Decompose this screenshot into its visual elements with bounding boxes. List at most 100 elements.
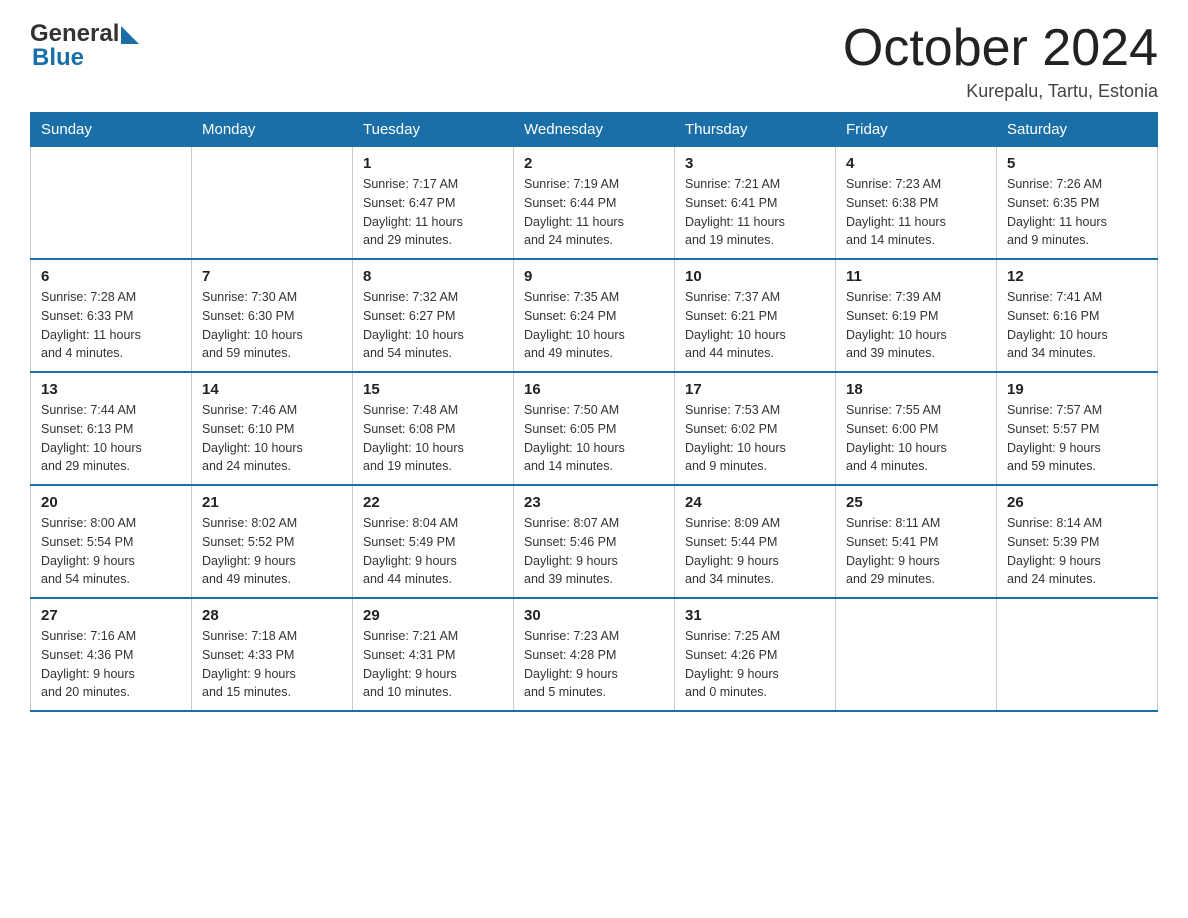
day-info: Sunrise: 7:18 AMSunset: 4:33 PMDaylight:…	[202, 627, 342, 702]
calendar-cell: 16Sunrise: 7:50 AMSunset: 6:05 PMDayligh…	[514, 372, 675, 485]
day-info: Sunrise: 8:04 AMSunset: 5:49 PMDaylight:…	[363, 514, 503, 589]
calendar-cell: 23 Sunrise: 8:07 AMSunset: 5:46 PMDayligh…	[514, 485, 675, 598]
calendar-cell: 2Sunrise: 7:19 AMSunset: 6:44 PMDaylight…	[514, 147, 675, 260]
day-info: Sunrise: 8:07 AMSunset: 5:46 PMDaylight:…	[524, 514, 664, 589]
weekday-header-row: SundayMondayTuesdayWednesdayThursdayFrid…	[31, 113, 1158, 147]
day-info: Sunrise: 7:30 AMSunset: 6:30 PMDaylight:…	[202, 288, 342, 363]
calendar-cell: 18 Sunrise: 7:55 AMSunset: 6:00 PMDayligh…	[836, 372, 997, 485]
calendar-cell	[31, 147, 192, 260]
day-number: 13	[41, 381, 181, 398]
calendar-week-row: 27 Sunrise: 7:16 AMSunset: 4:36 PMDayligh…	[31, 598, 1158, 711]
day-info: Sunrise: 7:21 AMSunset: 4:31 PMDaylight:…	[363, 627, 503, 702]
day-number: 24	[685, 494, 825, 511]
day-number: 7	[202, 268, 342, 285]
day-info: Sunrise: 7:21 AMSunset: 6:41 PMDaylight:…	[685, 175, 825, 250]
weekday-header-thursday: Thursday	[675, 113, 836, 147]
page-header: General Blue October 2024 Kurepalu, Tart…	[30, 20, 1158, 102]
title-section: October 2024 Kurepalu, Tartu, Estonia	[843, 20, 1158, 102]
day-info: Sunrise: 7:32 AMSunset: 6:27 PMDaylight:…	[363, 288, 503, 363]
day-info: Sunrise: 7:16 AMSunset: 4:36 PMDaylight:…	[41, 627, 181, 702]
day-info: Sunrise: 7:44 AMSunset: 6:13 PMDaylight:…	[41, 401, 181, 476]
calendar-cell: 28 Sunrise: 7:18 AMSunset: 4:33 PMDayligh…	[192, 598, 353, 711]
day-info: Sunrise: 7:26 AMSunset: 6:35 PMDaylight:…	[1007, 175, 1147, 250]
calendar-week-row: 13 Sunrise: 7:44 AMSunset: 6:13 PMDayligh…	[31, 372, 1158, 485]
weekday-header-sunday: Sunday	[31, 113, 192, 147]
calendar-cell: 14 Sunrise: 7:46 AMSunset: 6:10 PMDayligh…	[192, 372, 353, 485]
day-info: Sunrise: 7:46 AMSunset: 6:10 PMDaylight:…	[202, 401, 342, 476]
calendar-header: SundayMondayTuesdayWednesdayThursdayFrid…	[31, 113, 1158, 147]
calendar-cell: 15 Sunrise: 7:48 AMSunset: 6:08 PMDayligh…	[353, 372, 514, 485]
day-number: 10	[685, 268, 825, 285]
day-info: Sunrise: 7:23 AMSunset: 4:28 PMDaylight:…	[524, 627, 664, 702]
day-number: 30	[524, 607, 664, 624]
calendar-body: 1Sunrise: 7:17 AMSunset: 6:47 PMDaylight…	[31, 147, 1158, 712]
day-number: 16	[524, 381, 664, 398]
calendar-cell: 30 Sunrise: 7:23 AMSunset: 4:28 PMDayligh…	[514, 598, 675, 711]
calendar-cell: 21 Sunrise: 8:02 AMSunset: 5:52 PMDayligh…	[192, 485, 353, 598]
calendar-cell: 19Sunrise: 7:57 AMSunset: 5:57 PMDayligh…	[997, 372, 1158, 485]
calendar-cell	[192, 147, 353, 260]
calendar-week-row: 1Sunrise: 7:17 AMSunset: 6:47 PMDaylight…	[31, 147, 1158, 260]
calendar-cell	[997, 598, 1158, 711]
calendar-cell: 17 Sunrise: 7:53 AMSunset: 6:02 PMDayligh…	[675, 372, 836, 485]
calendar-cell: 5 Sunrise: 7:26 AMSunset: 6:35 PMDaylight…	[997, 147, 1158, 260]
weekday-header-saturday: Saturday	[997, 113, 1158, 147]
calendar-table: SundayMondayTuesdayWednesdayThursdayFrid…	[30, 112, 1158, 712]
day-number: 17	[685, 381, 825, 398]
day-info: Sunrise: 7:28 AMSunset: 6:33 PMDaylight:…	[41, 288, 181, 363]
calendar-cell: 10 Sunrise: 7:37 AMSunset: 6:21 PMDayligh…	[675, 259, 836, 372]
calendar-cell	[836, 598, 997, 711]
day-number: 21	[202, 494, 342, 511]
day-number: 11	[846, 268, 986, 285]
day-info: Sunrise: 7:53 AMSunset: 6:02 PMDaylight:…	[685, 401, 825, 476]
day-number: 28	[202, 607, 342, 624]
day-number: 18	[846, 381, 986, 398]
weekday-header-friday: Friday	[836, 113, 997, 147]
day-number: 26	[1007, 494, 1147, 511]
calendar-cell: 24Sunrise: 8:09 AMSunset: 5:44 PMDayligh…	[675, 485, 836, 598]
day-info: Sunrise: 7:57 AMSunset: 5:57 PMDaylight:…	[1007, 401, 1147, 476]
logo: General Blue	[30, 20, 139, 72]
day-info: Sunrise: 7:48 AMSunset: 6:08 PMDaylight:…	[363, 401, 503, 476]
day-info: Sunrise: 7:55 AMSunset: 6:00 PMDaylight:…	[846, 401, 986, 476]
calendar-cell: 11 Sunrise: 7:39 AMSunset: 6:19 PMDayligh…	[836, 259, 997, 372]
calendar-cell: 26 Sunrise: 8:14 AMSunset: 5:39 PMDayligh…	[997, 485, 1158, 598]
day-number: 22	[363, 494, 503, 511]
calendar-cell: 29Sunrise: 7:21 AMSunset: 4:31 PMDayligh…	[353, 598, 514, 711]
day-info: Sunrise: 7:41 AMSunset: 6:16 PMDaylight:…	[1007, 288, 1147, 363]
day-number: 8	[363, 268, 503, 285]
day-number: 23	[524, 494, 664, 511]
day-number: 14	[202, 381, 342, 398]
calendar-cell: 9Sunrise: 7:35 AMSunset: 6:24 PMDaylight…	[514, 259, 675, 372]
day-number: 5	[1007, 155, 1147, 172]
day-info: Sunrise: 8:02 AMSunset: 5:52 PMDaylight:…	[202, 514, 342, 589]
calendar-cell: 1Sunrise: 7:17 AMSunset: 6:47 PMDaylight…	[353, 147, 514, 260]
day-info: Sunrise: 7:35 AMSunset: 6:24 PMDaylight:…	[524, 288, 664, 363]
day-info: Sunrise: 7:23 AMSunset: 6:38 PMDaylight:…	[846, 175, 986, 250]
calendar-cell: 31Sunrise: 7:25 AMSunset: 4:26 PMDayligh…	[675, 598, 836, 711]
calendar-cell: 27 Sunrise: 7:16 AMSunset: 4:36 PMDayligh…	[31, 598, 192, 711]
day-number: 27	[41, 607, 181, 624]
calendar-week-row: 20Sunrise: 8:00 AMSunset: 5:54 PMDayligh…	[31, 485, 1158, 598]
day-number: 4	[846, 155, 986, 172]
day-number: 15	[363, 381, 503, 398]
calendar-cell: 6 Sunrise: 7:28 AMSunset: 6:33 PMDaylight…	[31, 259, 192, 372]
day-info: Sunrise: 8:11 AMSunset: 5:41 PMDaylight:…	[846, 514, 986, 589]
day-number: 3	[685, 155, 825, 172]
weekday-header-monday: Monday	[192, 113, 353, 147]
weekday-header-wednesday: Wednesday	[514, 113, 675, 147]
logo-blue-text: Blue	[32, 44, 84, 72]
calendar-cell: 13 Sunrise: 7:44 AMSunset: 6:13 PMDayligh…	[31, 372, 192, 485]
calendar-cell: 22 Sunrise: 8:04 AMSunset: 5:49 PMDayligh…	[353, 485, 514, 598]
day-number: 25	[846, 494, 986, 511]
day-info: Sunrise: 7:39 AMSunset: 6:19 PMDaylight:…	[846, 288, 986, 363]
calendar-cell: 8 Sunrise: 7:32 AMSunset: 6:27 PMDaylight…	[353, 259, 514, 372]
day-info: Sunrise: 7:37 AMSunset: 6:21 PMDaylight:…	[685, 288, 825, 363]
day-number: 20	[41, 494, 181, 511]
day-info: Sunrise: 8:14 AMSunset: 5:39 PMDaylight:…	[1007, 514, 1147, 589]
month-title: October 2024	[843, 20, 1158, 77]
day-info: Sunrise: 7:25 AMSunset: 4:26 PMDaylight:…	[685, 627, 825, 702]
day-number: 12	[1007, 268, 1147, 285]
calendar-cell: 7 Sunrise: 7:30 AMSunset: 6:30 PMDaylight…	[192, 259, 353, 372]
day-number: 6	[41, 268, 181, 285]
